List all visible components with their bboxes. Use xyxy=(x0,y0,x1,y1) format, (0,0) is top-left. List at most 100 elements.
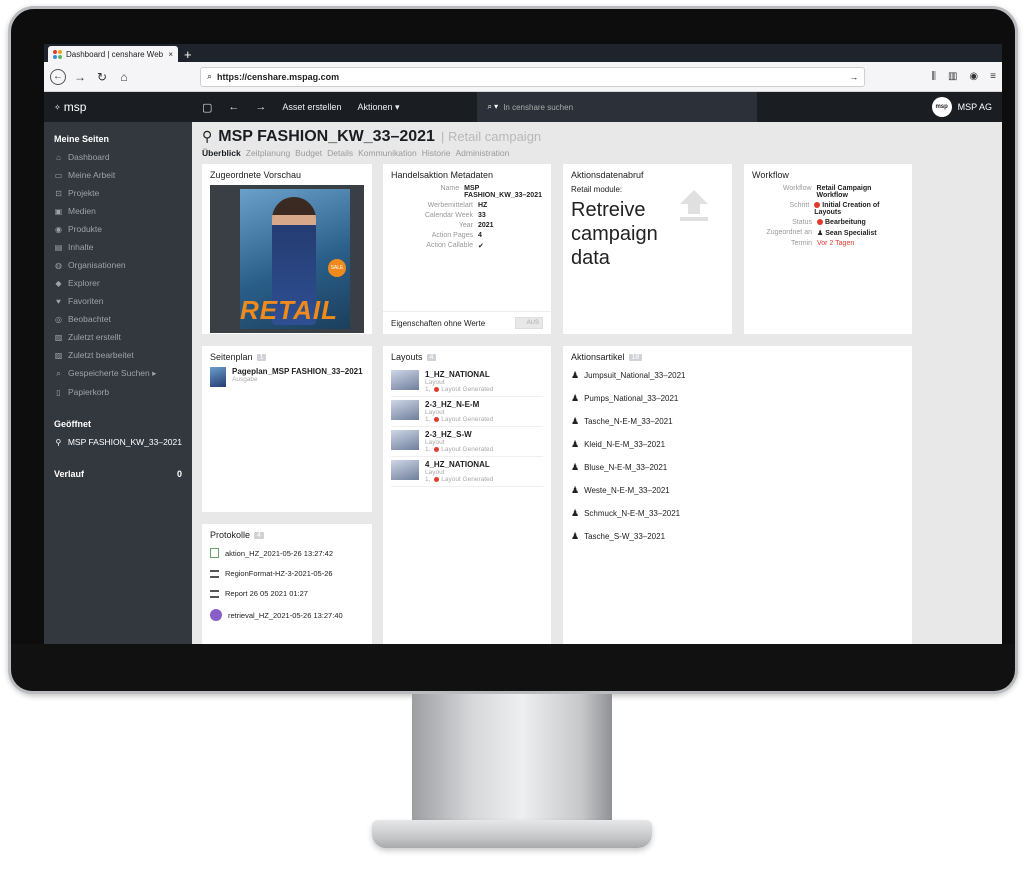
browser-tab-bar: Dashboard | censhare Web × + xyxy=(44,44,1002,62)
forward-arrow-icon[interactable]: → xyxy=(72,69,88,85)
product-icon: ♟ xyxy=(571,370,580,380)
page-tab[interactable]: Administration xyxy=(456,148,510,158)
reload-icon[interactable]: ↻ xyxy=(94,69,110,85)
search-icon: ⌕ ▾ xyxy=(487,102,499,111)
panel-toggle-icon[interactable]: ▢ xyxy=(202,101,212,114)
sidebar-toggle-icon[interactable]: ▥ xyxy=(948,71,957,82)
article-name: Jumpsuit_National_33–2021 xyxy=(584,371,686,380)
app-search-input[interactable]: ⌕ ▾ In censhare suchen xyxy=(477,92,758,122)
sidebar-item[interactable]: ▤ Inhalte xyxy=(44,238,192,256)
sidebar-item-label: Zuletzt erstellt xyxy=(68,332,121,342)
monitor-stand-base xyxy=(372,820,652,848)
protocol-item[interactable]: aktion_HZ_2021-05-26 13:27:42 xyxy=(210,548,364,558)
layout-status: Layout Generated xyxy=(441,476,494,483)
campaign-icon: ⚲ xyxy=(55,437,62,447)
page-tab[interactable]: Kommunikation xyxy=(358,148,417,158)
article-item[interactable]: ♟ Weste_N-E-M_33–2021 xyxy=(571,485,904,496)
sidebar-item-icon: ◍ xyxy=(55,260,62,270)
sidebar-item[interactable]: ♥ Favoriten xyxy=(44,292,192,310)
sidebar-item-icon: ▤ xyxy=(54,242,63,252)
sidebar-item[interactable]: ▯ Papierkorb xyxy=(44,383,192,401)
sidebar-item[interactable]: ◍ Organisationen xyxy=(44,256,192,274)
sidebar-item[interactable]: ◆ Explorer xyxy=(44,274,192,292)
layout-name: 4_HZ_NATIONAL xyxy=(425,460,490,469)
product-icon: ♟ xyxy=(571,531,580,541)
user-name: MSP AG xyxy=(957,102,992,112)
empty-properties-toggle[interactable]: AUS xyxy=(515,317,543,329)
article-item[interactable]: ♟ Jumpsuit_National_33–2021 xyxy=(571,370,904,381)
document-icon xyxy=(210,609,222,621)
layout-item[interactable]: 2-3_HZ_N-E-M Layout 1, Layout Generated xyxy=(391,397,543,427)
layout-item[interactable]: 1_HZ_NATIONAL Layout 1, Layout Generated xyxy=(391,367,543,397)
empty-properties-row: Eigenschaften ohne Werte AUS xyxy=(383,311,551,334)
actions-menu-button[interactable]: Aktionen ▾ xyxy=(357,102,399,113)
preview-image[interactable]: SALE RETAIL xyxy=(210,185,364,333)
sidebar-item[interactable]: ⊡ Projekte xyxy=(44,184,192,202)
sidebar-item[interactable]: ⌂ Dashboard xyxy=(44,148,192,166)
sidebar-item[interactable]: ▣ Medien xyxy=(44,202,192,220)
forward-icon[interactable]: → xyxy=(255,101,266,113)
sidebar-item[interactable]: ▨ Zuletzt erstellt xyxy=(44,328,192,346)
metadata-value: 33 xyxy=(478,212,486,219)
toggle-label: Eigenschaften ohne Werte xyxy=(391,318,486,328)
retrieve-button-text[interactable]: Retreive campaign data xyxy=(571,198,691,270)
page-tab[interactable]: Historie xyxy=(422,148,451,158)
page-tab[interactable]: Zeitplanung xyxy=(246,148,290,158)
article-item[interactable]: ♟ Schmuck_N-E-M_33–2021 xyxy=(571,508,904,519)
sidebar-item-open-campaign[interactable]: ⚲ MSP FASHION_KW_33–2021 xyxy=(44,433,192,451)
account-icon[interactable]: ◉ xyxy=(969,71,978,82)
article-item[interactable]: ♟ Pumps_National_33–2021 xyxy=(571,393,904,404)
page-tab[interactable]: Überblick xyxy=(202,148,241,158)
browser-tab[interactable]: Dashboard | censhare Web × xyxy=(48,46,178,62)
layout-info: 2-3_HZ_N-E-M Layout 1, Layout Generated xyxy=(425,400,493,423)
article-item[interactable]: ♟ Bluse_N-E-M_33–2021 xyxy=(571,462,904,473)
sidebar-history[interactable]: Verlauf 0 xyxy=(44,465,192,483)
layout-status: Layout Generated xyxy=(441,416,494,423)
layouts-card: Layouts 4 1_HZ_NATIONAL Layout 1, Layout Ge… xyxy=(383,346,551,644)
layout-type: Layout xyxy=(425,409,445,416)
history-label: Verlauf xyxy=(54,469,85,479)
article-list: ♟ Jumpsuit_National_33–2021 ♟ Pumps_Nationa… xyxy=(571,370,904,542)
go-arrow-icon[interactable]: → xyxy=(849,72,858,82)
sidebar-item[interactable]: ⌕ Gespeicherte Suchen ▸ xyxy=(44,364,192,383)
article-item[interactable]: ♟ Kleid_N-E-M_33–2021 xyxy=(571,439,904,450)
sidebar-item[interactable]: ▨ Zuletzt bearbeitet xyxy=(44,346,192,364)
layout-item[interactable]: 2-3_HZ_S-W Layout 1, Layout Generated xyxy=(391,427,543,457)
menu-icon[interactable]: ≡ xyxy=(990,71,996,82)
msp-logo[interactable]: ✧ msp xyxy=(44,100,194,114)
pageplan-item[interactable]: Pageplan_MSP FASHION_33–2021 Ausgabe xyxy=(210,367,364,387)
sidebar-item-icon: ◆ xyxy=(55,278,62,288)
back-icon[interactable]: ← xyxy=(228,101,239,113)
home-icon[interactable]: ⌂ xyxy=(116,69,132,85)
sidebar-item[interactable]: ▭ Meine Arbeit xyxy=(44,166,192,184)
back-arrow-icon[interactable]: ← xyxy=(50,68,66,85)
sidebar-item[interactable]: ◉ Produkte xyxy=(44,220,192,238)
due-row: Termin Vor 2 Tagen xyxy=(790,240,855,247)
layout-list: 1_HZ_NATIONAL Layout 1, Layout Generated 2-… xyxy=(391,367,543,487)
article-item[interactable]: ♟ Tasche_S-W_33–2021 xyxy=(571,531,904,542)
preview-card: Zugeordnete Vorschau SALE RETAIL xyxy=(202,164,372,334)
article-name: Kleid_N-E-M_33–2021 xyxy=(584,440,666,449)
workflow-row: Workflow Retail Campaign Workflow xyxy=(782,185,872,199)
article-item[interactable]: ♟ Tasche_N-E-M_33–2021 xyxy=(571,416,904,427)
layout-item[interactable]: 4_HZ_NATIONAL Layout 1, Layout Generated xyxy=(391,457,543,487)
sidebar-item[interactable]: ◎ Beobachtet xyxy=(44,310,192,328)
asset-create-button[interactable]: Asset erstellen xyxy=(282,102,341,112)
protocol-item[interactable]: retrieval_HZ_2021-05-26 13:27:40 xyxy=(210,609,364,621)
new-tab-icon[interactable]: + xyxy=(184,48,192,62)
protocol-item[interactable]: RegionFormat-HZ-3-2021-05-26 xyxy=(210,569,364,578)
tab-close-icon[interactable]: × xyxy=(168,50,173,59)
status-dot-icon xyxy=(434,476,440,482)
metadata-card: Handelsaktion Metadaten Name MSP FASHION_… xyxy=(383,164,551,334)
url-bar[interactable]: ⌕ https://censhare.mspag.com → xyxy=(200,66,866,87)
status-dot-icon xyxy=(817,219,823,226)
library-icon[interactable]: ⫼ xyxy=(931,71,936,82)
page-tab[interactable]: Budget xyxy=(295,148,322,158)
page-tab[interactable]: Details xyxy=(327,148,353,158)
user-menu[interactable]: msp MSP AG xyxy=(931,97,1002,117)
status-row: Status Bearbeitung xyxy=(792,219,866,226)
upload-icon[interactable] xyxy=(680,190,708,222)
protocol-item[interactable]: Report 26 05 2021 01:27 xyxy=(210,589,364,598)
page-tabs: Überblick Zeitplanung Budget Details Kommuni… xyxy=(202,148,992,158)
protocol-name: Report 26 05 2021 01:27 xyxy=(225,589,308,598)
